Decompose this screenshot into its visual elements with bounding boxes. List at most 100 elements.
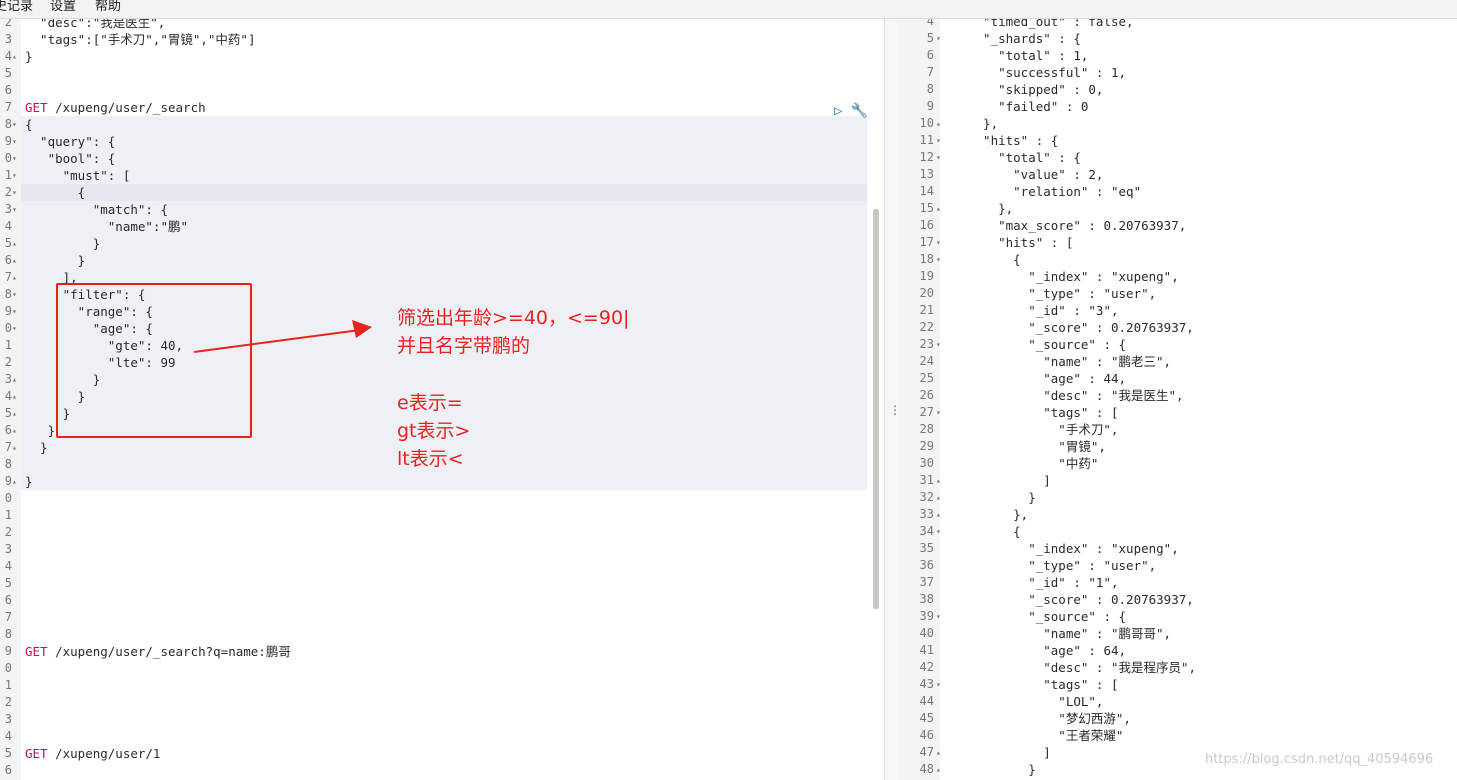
line-number: 35 bbox=[919, 541, 934, 555]
line-number: 9 bbox=[4, 644, 12, 658]
fold-open-icon[interactable]: ▾ bbox=[936, 30, 944, 47]
fold-open-icon[interactable]: ▾ bbox=[936, 251, 944, 268]
code-text[interactable]: { bbox=[25, 184, 86, 201]
fold-open-icon[interactable]: ▾ bbox=[936, 132, 944, 149]
code-text[interactable]: "match": { bbox=[25, 201, 168, 218]
code-text[interactable]: "bool": { bbox=[25, 150, 116, 167]
response-line: 40 "name" : "鹏哥哥", bbox=[898, 625, 1457, 642]
response-line: 9 "failed" : 0 bbox=[898, 98, 1457, 115]
wrench-icon[interactable]: 🔧 bbox=[851, 103, 868, 119]
fold-close-icon[interactable]: ▴ bbox=[12, 405, 20, 422]
code-line: 3 ▾ "match": { bbox=[0, 201, 884, 218]
response-line: 16 "max_score" : 0.20763937, bbox=[898, 217, 1457, 234]
fold-open-icon[interactable]: ▾ bbox=[936, 608, 944, 625]
line-number: 5 bbox=[4, 406, 12, 420]
code-line: 4 "name":"鹏" bbox=[0, 218, 884, 235]
line-number: 6 bbox=[4, 763, 12, 777]
code-text[interactable]: "tags":["手术刀","胃镜","中药"] bbox=[25, 31, 255, 48]
line-number: 17 bbox=[919, 235, 934, 249]
code-line: 0 ▾ "bool": { bbox=[0, 150, 884, 167]
fold-open-icon[interactable]: ▾ bbox=[936, 523, 944, 540]
fold-close-icon[interactable]: ▴ bbox=[936, 489, 944, 506]
fold-close-icon[interactable]: ▴ bbox=[12, 388, 20, 405]
response-text: "value" : 2, bbox=[968, 167, 1104, 182]
line-number: 42 bbox=[919, 660, 934, 674]
fold-close-icon[interactable]: ▴ bbox=[12, 473, 20, 490]
response-line: 33 ▴ }, bbox=[898, 506, 1457, 523]
code-text[interactable]: "query": { bbox=[25, 133, 115, 150]
code-text[interactable]: } bbox=[25, 439, 48, 456]
line-number: 28 bbox=[919, 422, 934, 436]
fold-open-icon[interactable]: ▾ bbox=[12, 116, 20, 133]
response-line: 8 "skipped" : 0, bbox=[898, 81, 1457, 98]
fold-close-icon[interactable]: ▴ bbox=[936, 200, 944, 217]
fold-open-icon[interactable]: ▾ bbox=[936, 149, 944, 166]
menu-settings[interactable]: 设置 bbox=[50, 0, 76, 14]
line-number: 5 bbox=[4, 576, 12, 590]
fold-open-icon[interactable]: ▾ bbox=[12, 184, 20, 201]
fold-open-icon[interactable]: ▾ bbox=[936, 234, 944, 251]
fold-open-icon[interactable]: ▾ bbox=[12, 150, 20, 167]
response-text: "_index" : "xupeng", bbox=[968, 541, 1179, 556]
response-text: }, bbox=[968, 201, 1014, 216]
line-highlight bbox=[21, 473, 867, 490]
menu-history[interactable]: 史记录 bbox=[0, 0, 33, 14]
fold-close-icon[interactable]: ▴ bbox=[936, 506, 944, 523]
play-icon[interactable]: ▷ bbox=[834, 103, 842, 119]
fold-close-icon[interactable]: ▴ bbox=[12, 439, 20, 456]
code-line: 5 bbox=[0, 65, 884, 82]
code-text[interactable]: { bbox=[25, 116, 33, 133]
fold-open-icon[interactable]: ▾ bbox=[936, 336, 944, 353]
fold-close-icon[interactable]: ▴ bbox=[12, 422, 20, 439]
line-number: 7 bbox=[4, 440, 12, 454]
line-number: 12 bbox=[919, 150, 934, 164]
code-text[interactable]: "desc":"我是医生", bbox=[25, 19, 165, 31]
code-text[interactable]: } bbox=[25, 48, 33, 65]
code-text[interactable]: } bbox=[25, 235, 101, 252]
request-line[interactable]: GET /xupeng/user/_search?q=name:鹏哥 bbox=[25, 643, 291, 660]
response-text: "successful" : 1, bbox=[968, 65, 1127, 80]
code-text[interactable]: } bbox=[25, 473, 33, 490]
fold-open-icon[interactable]: ▾ bbox=[936, 676, 944, 693]
line-number: 16 bbox=[919, 218, 934, 232]
fold-close-icon[interactable]: ▴ bbox=[12, 371, 20, 388]
fold-open-icon[interactable]: ▾ bbox=[936, 404, 944, 421]
fold-open-icon[interactable]: ▾ bbox=[12, 303, 20, 320]
fold-close-icon[interactable]: ▴ bbox=[936, 115, 944, 132]
code-text[interactable]: } bbox=[25, 422, 56, 439]
request-line[interactable]: GET /xupeng/user/1 bbox=[25, 745, 160, 762]
code-line: 9 ▴} bbox=[0, 473, 884, 490]
line-number: 7 bbox=[4, 610, 12, 624]
response-line: 17 ▾ "hits" : [ bbox=[898, 234, 1457, 251]
fold-open-icon[interactable]: ▾ bbox=[12, 286, 20, 303]
line-number: 4 bbox=[4, 49, 12, 63]
fold-close-icon[interactable]: ▴ bbox=[936, 761, 944, 778]
response-text: "tags" : [ bbox=[968, 405, 1119, 420]
fold-close-icon[interactable]: ▴ bbox=[936, 744, 944, 761]
code-text[interactable]: } bbox=[25, 252, 86, 269]
line-number: 13 bbox=[919, 167, 934, 181]
code-text[interactable]: "name":"鹏" bbox=[25, 218, 188, 235]
fold-close-icon[interactable]: ▴ bbox=[12, 269, 20, 286]
code-line: 1 ▾ "must": [ bbox=[0, 167, 884, 184]
response-line: 11 ▾ "hits" : { bbox=[898, 132, 1457, 149]
fold-open-icon[interactable]: ▾ bbox=[12, 320, 20, 337]
fold-open-icon[interactable]: ▾ bbox=[12, 201, 20, 218]
fold-close-icon[interactable]: ▴ bbox=[12, 235, 20, 252]
response-text: "_score" : 0.20763937, bbox=[968, 320, 1194, 335]
annotation-line-3: e表示= bbox=[397, 392, 463, 414]
response-line: 27 ▾ "tags" : [ bbox=[898, 404, 1457, 421]
fold-close-icon[interactable]: ▴ bbox=[936, 472, 944, 489]
menu-help[interactable]: 帮助 bbox=[95, 0, 121, 14]
line-number: 20 bbox=[919, 286, 934, 300]
response-text: "desc" : "我是程序员", bbox=[968, 660, 1197, 675]
fold-open-icon[interactable]: ▾ bbox=[12, 167, 20, 184]
editor-scrollbar[interactable] bbox=[873, 209, 879, 609]
fold-open-icon[interactable]: ▾ bbox=[12, 133, 20, 150]
response-text: "_shards" : { bbox=[968, 31, 1081, 46]
line-number: 4 bbox=[926, 19, 934, 28]
fold-close-icon[interactable]: ▴ bbox=[12, 252, 20, 269]
code-text[interactable]: "must": [ bbox=[25, 167, 131, 184]
fold-close-icon[interactable]: ▴ bbox=[12, 48, 20, 65]
request-line[interactable]: GET /xupeng/user/_search bbox=[25, 99, 206, 116]
